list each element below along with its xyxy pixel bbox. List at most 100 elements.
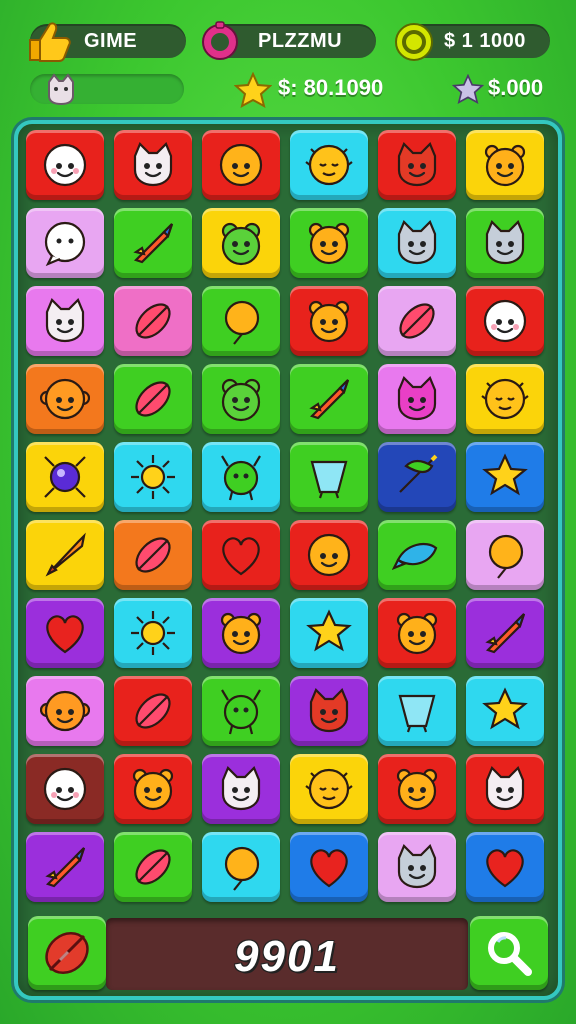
tile-r9-c1[interactable] — [114, 832, 192, 902]
tile-r8-c0[interactable] — [26, 754, 104, 824]
game-board — [14, 120, 562, 1000]
tile-r1-c4[interactable] — [378, 208, 456, 278]
tile-r1-c5[interactable] — [466, 208, 544, 278]
tile-r7-c3[interactable] — [290, 676, 368, 746]
tile-r8-c4[interactable] — [378, 754, 456, 824]
tile-r4-c1[interactable] — [114, 442, 192, 512]
leaf-icon — [45, 931, 89, 975]
tile-r3-c3[interactable] — [290, 364, 368, 434]
tile-r8-c2[interactable] — [202, 754, 280, 824]
sun-icon — [131, 611, 175, 655]
tile-r7-c0[interactable] — [26, 676, 104, 746]
tile-r4-c0[interactable] — [26, 442, 104, 512]
bear-icon — [396, 612, 438, 655]
dart-icon — [45, 532, 86, 577]
tile-r6-c3[interactable] — [290, 598, 368, 668]
smiley-icon — [219, 143, 263, 187]
tile-r2-c5[interactable] — [466, 286, 544, 356]
tile-r8-c3[interactable] — [290, 754, 368, 824]
tile-r8-c5[interactable] — [466, 754, 544, 824]
tile-r7-c2[interactable] — [202, 676, 280, 746]
tile-r2-c1[interactable] — [114, 286, 192, 356]
sleepy-icon — [481, 378, 529, 420]
hint-button[interactable] — [470, 916, 548, 990]
tile-r3-c5[interactable] — [466, 364, 544, 434]
score-value: 9901 — [234, 932, 340, 981]
tile-r6-c4[interactable] — [378, 598, 456, 668]
tile-r5-c4[interactable] — [378, 520, 456, 590]
bear-icon — [308, 222, 350, 265]
star-icon — [482, 453, 528, 496]
tile-r4-c2[interactable] — [202, 442, 280, 512]
tile-r3-c2[interactable] — [202, 364, 280, 434]
tile-r6-c2[interactable] — [202, 598, 280, 668]
tile-r2-c3[interactable] — [290, 286, 368, 356]
tile-r1-c0[interactable] — [26, 208, 104, 278]
leaf-icon — [135, 693, 171, 729]
monkey-icon — [40, 378, 90, 420]
cat-gray-icon — [397, 220, 437, 265]
cat-gray-icon — [485, 220, 525, 265]
cup-icon — [398, 694, 436, 733]
leaf-icon — [135, 303, 171, 339]
tile-r5-c3[interactable] — [290, 520, 368, 590]
tile-r1-c1[interactable] — [114, 208, 192, 278]
fish-icon — [392, 542, 438, 570]
tile-r6-c5[interactable] — [466, 598, 544, 668]
tile-r0-c1[interactable] — [114, 130, 192, 200]
tile-r1-c3[interactable] — [290, 208, 368, 278]
tile-r7-c1[interactable] — [114, 676, 192, 746]
tile-r8-c1[interactable] — [114, 754, 192, 824]
tile-r5-c5[interactable] — [466, 520, 544, 590]
bear-icon — [308, 300, 350, 343]
tile-r2-c4[interactable] — [378, 286, 456, 356]
frog-icon — [221, 378, 261, 422]
tile-r0-c5[interactable] — [466, 130, 544, 200]
cup-icon — [310, 460, 348, 499]
balloon-icon — [224, 300, 260, 345]
smiley-icon — [307, 533, 351, 577]
heart-icon — [310, 849, 348, 888]
tile-r9-c0[interactable] — [26, 832, 104, 902]
tile-r6-c0[interactable] — [26, 598, 104, 668]
tile-r4-c3[interactable] — [290, 442, 368, 512]
tile-r0-c2[interactable] — [202, 130, 280, 200]
cat-gray-icon — [397, 844, 437, 889]
ring-icon — [202, 21, 238, 60]
tile-r7-c5[interactable] — [466, 676, 544, 746]
tile-r5-c0[interactable] — [26, 520, 104, 590]
tile-r1-c2[interactable] — [202, 208, 280, 278]
tile-r0-c3[interactable] — [290, 130, 368, 200]
tile-r3-c1[interactable] — [114, 364, 192, 434]
rocket-icon — [133, 223, 174, 264]
tile-r0-c0[interactable] — [26, 130, 104, 200]
powerup-button[interactable] — [28, 916, 106, 990]
puzzle-pill[interactable]: PLZZMU — [202, 21, 376, 60]
bear-icon — [396, 768, 438, 811]
tile-r2-c0[interactable] — [26, 286, 104, 356]
tile-r5-c1[interactable] — [114, 520, 192, 590]
ghost-icon — [43, 143, 87, 187]
game-pill[interactable]: GIME — [29, 22, 186, 62]
tile-r3-c4[interactable] — [378, 364, 456, 434]
tile-r4-c5[interactable] — [466, 442, 544, 512]
thumbs-up-icon — [29, 22, 71, 62]
tile-r9-c2[interactable] — [202, 832, 280, 902]
tile-r9-c3[interactable] — [290, 832, 368, 902]
score-bar: 9901 — [106, 918, 468, 990]
cat-icon — [485, 766, 525, 811]
tile-r0-c4[interactable] — [378, 130, 456, 200]
rocket-icon — [45, 847, 86, 888]
tile-r5-c2[interactable] — [202, 520, 280, 590]
tile-r2-c2[interactable] — [202, 286, 280, 356]
tile-r9-c4[interactable] — [378, 832, 456, 902]
alien-icon — [221, 455, 261, 501]
coins-pill[interactable]: $ 1 1000 — [395, 23, 550, 61]
tile-r9-c5[interactable] — [466, 832, 544, 902]
tile-r3-c0[interactable] — [26, 364, 104, 434]
cat-icon — [221, 766, 261, 811]
bear-icon — [220, 612, 262, 655]
tile-r6-c1[interactable] — [114, 598, 192, 668]
tile-r7-c4[interactable] — [378, 676, 456, 746]
tile-r4-c4[interactable] — [378, 442, 456, 512]
